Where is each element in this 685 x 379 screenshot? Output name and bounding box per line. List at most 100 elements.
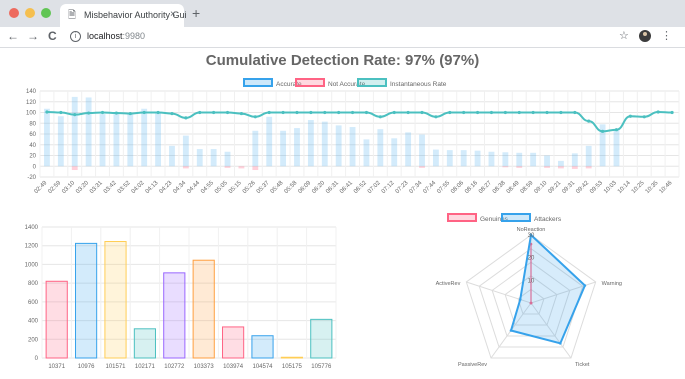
x-tick-label: 09:42 bbox=[575, 180, 590, 195]
instantaneous-rate-point bbox=[170, 111, 174, 116]
instantaneous-rate-point bbox=[628, 114, 632, 118]
bar-not-accurate bbox=[252, 166, 259, 171]
instantaneous-rate-point bbox=[642, 115, 646, 119]
instantaneous-rate-point bbox=[323, 110, 327, 115]
bar-accurate bbox=[419, 134, 425, 167]
instantaneous-rate-point bbox=[212, 110, 216, 115]
instantaneous-rate-point bbox=[59, 110, 63, 115]
instantaneous-rate-point bbox=[587, 119, 591, 123]
legend-instantaneous-rate-label: Instantaneous Rate bbox=[390, 81, 447, 88]
tab-strip: 🗎 Misbehavior Authority Gui × + bbox=[0, 0, 685, 27]
x-tick-label: 105175 bbox=[282, 364, 303, 370]
legend-not-accurate-swatch bbox=[295, 78, 325, 87]
info-icon[interactable]: i bbox=[70, 31, 81, 42]
x-tick-label: 08:06 bbox=[450, 180, 465, 195]
x-tick-label: 02:59 bbox=[47, 180, 62, 195]
address-bar[interactable]: localhost:9980 bbox=[87, 31, 145, 42]
x-tick-label: 07:44 bbox=[422, 180, 437, 195]
x-tick-label: 101571 bbox=[105, 364, 126, 370]
x-tick-label: 08:16 bbox=[464, 180, 479, 195]
bar bbox=[75, 242, 98, 359]
page-icon: 🗎 bbox=[68, 10, 77, 21]
x-tick-label: 05:58 bbox=[284, 180, 299, 195]
bar-accurate bbox=[57, 116, 64, 167]
instantaneous-rate-point bbox=[45, 110, 49, 114]
reload-icon[interactable]: C bbox=[48, 29, 57, 43]
legend-attackers-swatch bbox=[501, 213, 531, 222]
legend-genuines-swatch bbox=[447, 213, 477, 222]
x-tick-label: 03:52 bbox=[117, 180, 132, 195]
detection-rate-title: Cumulative Detection Rate: 97% (97%) bbox=[205, 52, 480, 69]
bar-not-accurate bbox=[238, 166, 245, 169]
maximize-window-dot[interactable] bbox=[41, 8, 51, 18]
instantaneous-rate-point bbox=[364, 110, 369, 115]
bar-not-accurate bbox=[516, 166, 523, 168]
bar-accurate bbox=[530, 152, 537, 167]
instantaneous-rate-point bbox=[73, 113, 77, 117]
minimize-window-dot[interactable] bbox=[25, 8, 35, 18]
x-tick-label: 06:31 bbox=[325, 180, 340, 195]
bar-not-accurate bbox=[558, 166, 564, 169]
bar-accurate bbox=[558, 160, 564, 167]
x-tick-label: 06:41 bbox=[339, 180, 354, 195]
instantaneous-rate-point bbox=[100, 110, 105, 115]
y-tick-label: 120 bbox=[26, 100, 37, 106]
instantaneous-rate-point bbox=[489, 110, 494, 115]
bar-accurate bbox=[99, 114, 106, 167]
instantaneous-rate-point bbox=[559, 110, 563, 115]
y-tick-label: 800 bbox=[28, 281, 39, 287]
new-tab-icon[interactable]: + bbox=[192, 5, 200, 21]
bar-accurate bbox=[432, 149, 439, 167]
bar-not-accurate bbox=[419, 166, 425, 168]
star-icon[interactable]: ☆ bbox=[619, 30, 629, 42]
bar-accurate bbox=[377, 129, 384, 167]
bar-accurate bbox=[155, 112, 161, 167]
bar-accurate bbox=[335, 125, 342, 167]
close-window-dot[interactable] bbox=[9, 8, 19, 18]
bar-not-accurate bbox=[71, 166, 78, 171]
x-tick-label: 04:55 bbox=[200, 180, 215, 195]
bar-accurate bbox=[363, 139, 370, 167]
instantaneous-rate-point bbox=[281, 110, 285, 115]
instantaneous-rate-point bbox=[142, 110, 146, 115]
radar-axis-label: ActiveRev bbox=[436, 281, 461, 287]
x-tick-label: 07:12 bbox=[381, 180, 396, 195]
y-tick-label: 140 bbox=[26, 89, 37, 95]
bar-accurate bbox=[85, 97, 92, 167]
arrow-left-icon[interactable]: ← bbox=[7, 29, 19, 43]
bar-accurate bbox=[349, 127, 356, 167]
x-tick-label: 04:44 bbox=[186, 180, 201, 195]
x-tick-label: 10:25 bbox=[631, 180, 646, 195]
legend-instantaneous-rate-swatch bbox=[357, 78, 387, 87]
x-tick-label: 03:31 bbox=[89, 180, 104, 195]
browser-toolbar: ← → C i localhost:9980 ☆ ⋮ bbox=[0, 27, 685, 48]
x-tick-label: 05:37 bbox=[256, 180, 271, 195]
avatar[interactable] bbox=[639, 30, 651, 42]
bar-accurate bbox=[224, 151, 231, 167]
y-tick-label: 20 bbox=[29, 154, 36, 160]
x-tick-label: 08:59 bbox=[520, 180, 535, 195]
x-tick-label: 08:49 bbox=[506, 180, 521, 195]
instantaneous-rate-point bbox=[156, 110, 160, 115]
close-tab-icon[interactable]: × bbox=[170, 9, 176, 21]
radar-axis-label: Warning bbox=[602, 281, 622, 287]
x-tick-label: 06:09 bbox=[297, 180, 312, 195]
x-tick-label: 09:31 bbox=[561, 180, 576, 195]
bar-accurate bbox=[280, 130, 287, 167]
y-tick-label: 100 bbox=[26, 111, 37, 117]
x-tick-label: 102772 bbox=[164, 364, 185, 370]
instantaneous-rate-point bbox=[239, 111, 244, 116]
x-tick-label: 103974 bbox=[223, 364, 244, 370]
arrow-right-icon[interactable]: → bbox=[27, 29, 39, 43]
bar-not-accurate bbox=[544, 166, 550, 168]
x-tick-label: 09:53 bbox=[589, 180, 604, 195]
x-tick-label: 09:10 bbox=[534, 180, 549, 195]
tab-active[interactable]: 🗎 Misbehavior Authority Gui × bbox=[60, 4, 187, 27]
kebab-menu-icon[interactable]: ⋮ bbox=[661, 30, 672, 42]
x-tick-label: 10976 bbox=[78, 364, 95, 370]
instantaneous-rate-point bbox=[128, 111, 132, 116]
instantaneous-rate-point bbox=[656, 110, 660, 114]
y-tick-label: 80 bbox=[29, 121, 36, 127]
instantaneous-rate-point bbox=[378, 115, 382, 119]
bar-accurate bbox=[405, 132, 412, 167]
